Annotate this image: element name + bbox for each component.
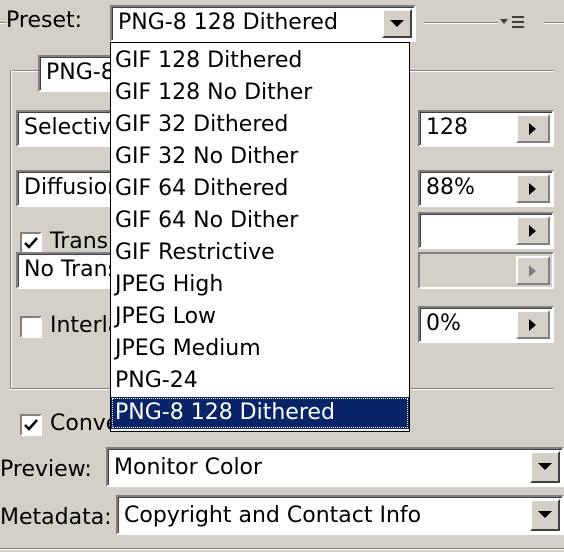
checkmark-icon bbox=[24, 419, 38, 431]
settings-group-left bbox=[10, 70, 12, 388]
settings-group-top bbox=[10, 70, 38, 72]
preset-option[interactable]: GIF 128 No Dither bbox=[111, 77, 409, 109]
colors-stepper-button[interactable] bbox=[516, 114, 550, 143]
transparency-checkbox[interactable] bbox=[20, 232, 42, 254]
metadata-value: Copyright and Contact Info bbox=[124, 503, 422, 528]
colors-value: 128 bbox=[426, 115, 468, 140]
preset-option[interactable]: GIF 64 No Dither bbox=[111, 205, 409, 237]
preset-option[interactable]: GIF Restrictive bbox=[111, 237, 409, 269]
triangle-right-icon bbox=[529, 122, 536, 135]
settings-group-top-right bbox=[410, 70, 554, 72]
preview-value: Monitor Color bbox=[114, 455, 263, 480]
preset-label: Preset: bbox=[6, 8, 83, 33]
bottom-groove bbox=[0, 548, 564, 550]
preset-dropdown-list[interactable]: GIF 128 Dithered GIF 128 No Dither GIF 32 … bbox=[110, 42, 410, 432]
dither-algorithm-value: Diffusion bbox=[24, 175, 122, 200]
preset-option[interactable]: PNG-24 bbox=[111, 365, 409, 397]
panel-menu-icon[interactable] bbox=[500, 12, 540, 32]
metadata-dropdown-button[interactable] bbox=[530, 499, 560, 531]
triangle-down-icon bbox=[538, 463, 552, 470]
triangle-right-icon bbox=[529, 264, 536, 277]
triangle-right-icon bbox=[529, 224, 536, 237]
preview-select[interactable]: Monitor Color bbox=[106, 447, 564, 487]
preset-option[interactable]: PNG-8 128 Dithered bbox=[111, 397, 409, 429]
dither-stepper-button[interactable] bbox=[516, 174, 550, 203]
checkmark-icon bbox=[24, 237, 38, 249]
interlaced-checkbox[interactable] bbox=[20, 316, 42, 338]
preview-dropdown-button[interactable] bbox=[530, 451, 560, 483]
format-field-value: PNG-8 bbox=[46, 60, 115, 85]
web-snap-field[interactable]: 0% bbox=[418, 306, 554, 343]
preset-option[interactable]: JPEG Medium bbox=[111, 333, 409, 365]
matte-stepper-button[interactable] bbox=[516, 216, 550, 245]
preset-select[interactable]: PNG-8 128 Dithered bbox=[110, 5, 416, 42]
triangle-right-icon bbox=[529, 318, 536, 331]
dither-field[interactable]: 88% bbox=[418, 170, 554, 207]
preset-groove-right bbox=[424, 22, 498, 24]
web-snap-value: 0% bbox=[426, 311, 461, 336]
amount-stepper-button bbox=[516, 256, 550, 285]
preset-select-value: PNG-8 128 Dithered bbox=[118, 10, 338, 35]
metadata-select[interactable]: Copyright and Contact Info bbox=[116, 495, 564, 535]
matte-color-field[interactable] bbox=[418, 212, 554, 249]
triangle-right-icon bbox=[529, 182, 536, 195]
preset-option[interactable]: GIF 32 Dithered bbox=[111, 109, 409, 141]
preset-option[interactable]: JPEG High bbox=[111, 269, 409, 301]
panel-menu-glyph bbox=[500, 16, 524, 28]
web-snap-stepper-button[interactable] bbox=[516, 310, 550, 339]
colors-field[interactable]: 128 bbox=[418, 110, 554, 147]
triangle-down-icon bbox=[390, 19, 404, 27]
preview-label: Preview: bbox=[0, 457, 92, 482]
preset-option[interactable]: GIF 128 Dithered bbox=[111, 45, 409, 77]
preset-option[interactable]: JPEG Low bbox=[111, 301, 409, 333]
convert-srgb-checkbox[interactable] bbox=[20, 414, 42, 436]
metadata-label: Metadata: bbox=[0, 505, 112, 530]
amount-field-disabled bbox=[418, 252, 554, 289]
preset-option[interactable]: GIF 32 No Dither bbox=[111, 141, 409, 173]
dither-value: 88% bbox=[426, 175, 475, 200]
preset-option[interactable]: GIF 64 Dithered bbox=[111, 173, 409, 205]
triangle-down-icon bbox=[538, 511, 552, 518]
preset-dropdown-button[interactable] bbox=[382, 9, 412, 38]
preset-groove-far-right bbox=[544, 22, 564, 24]
